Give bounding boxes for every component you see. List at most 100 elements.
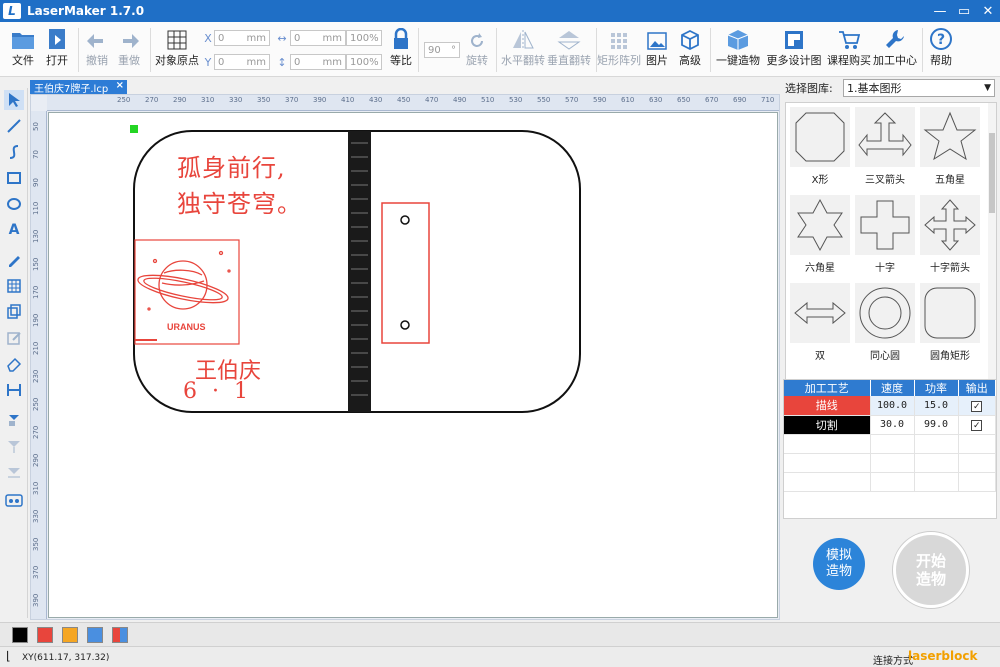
rectangle-tool-icon[interactable] [4, 168, 24, 188]
color-swatch-multi[interactable] [112, 627, 128, 643]
output-checkbox[interactable]: ✓ [958, 415, 996, 435]
minimize-button[interactable]: — [928, 0, 952, 22]
canvas-area[interactable]: 250 270 290 310 330 350 370 390 410 430 450 470 490 5… [30, 94, 780, 620]
horizontal-flip-button[interactable]: 水平翻转 [500, 22, 546, 77]
rect-array-button[interactable]: 矩形阵列 [597, 22, 641, 77]
shape-cross[interactable]: 十字 [854, 195, 916, 281]
rotate-icon [468, 22, 486, 52]
course-buy-button[interactable]: 课程购买 [826, 22, 872, 77]
pen-tool-icon[interactable] [4, 250, 24, 270]
shape-trident-arrow[interactable]: 三叉箭头 [854, 107, 916, 193]
object-origin-button[interactable]: 对象原点 [154, 22, 200, 77]
height-input[interactable]: 0 mm [290, 54, 346, 70]
height-percent-input[interactable]: 100% [346, 54, 382, 70]
shape-double-arrow[interactable]: 双 [789, 283, 851, 369]
simulate-button[interactable]: 模拟 造物 [813, 538, 865, 590]
speed-value[interactable]: 30.0 [870, 415, 915, 435]
copy-tool-icon[interactable] [4, 302, 24, 322]
shape-x[interactable]: X形 [789, 107, 851, 193]
file-button[interactable]: 文件 [8, 22, 38, 77]
ruler-tick-label: 150 [32, 257, 40, 271]
processing-center-button[interactable]: 加工中心 [872, 22, 918, 77]
redo-button[interactable]: 重做 [116, 22, 142, 77]
document-tab[interactable]: 王伯庆7牌子.lcp × [30, 80, 127, 95]
image-button[interactable]: 图片 [644, 22, 670, 77]
black-strip[interactable] [348, 131, 371, 412]
process-table: 加工工艺 速度 功率 输出 描线 100.0 15.0 ✓ 切割 30.0 99… [783, 379, 997, 519]
maximize-button[interactable]: ▭ [952, 0, 976, 22]
ruler-tick-label: 390 [32, 593, 40, 607]
ruler-tick-label: 530 [509, 96, 523, 104]
rotation-angle-input[interactable]: 90 ° [424, 42, 460, 58]
title-bar: L LaserMaker 1.7.0 — ▭ ✕ [0, 0, 1000, 22]
help-button[interactable]: ? 帮助 [928, 22, 954, 77]
ruler-tick-label: 190 [32, 313, 40, 327]
design-text-line2[interactable]: 独守苍穹。 [177, 184, 302, 219]
ellipse-tool-icon[interactable] [4, 194, 24, 214]
select-tool-icon[interactable] [4, 90, 24, 110]
align-bottom-tool-icon[interactable] [4, 462, 24, 482]
vertical-flip-button[interactable]: 垂直翻转 [546, 22, 592, 77]
process-name[interactable]: 描线 [784, 396, 871, 416]
measure-tool-icon[interactable] [4, 380, 24, 400]
edit-tool-icon[interactable] [4, 328, 24, 348]
curve-tool-icon[interactable] [4, 142, 24, 162]
ruler-tick-label: 110 [32, 201, 40, 215]
color-swatch-black[interactable] [12, 627, 28, 643]
ruler-tick-label: 250 [117, 96, 131, 104]
shape-five-star[interactable]: 五角星 [919, 107, 981, 193]
speed-value[interactable]: 100.0 [870, 396, 915, 416]
x-axis-label: X [204, 31, 212, 45]
align-tool-icon[interactable] [4, 410, 24, 430]
width-percent-input[interactable]: 100% [346, 30, 382, 46]
selection-handle[interactable] [130, 125, 138, 133]
one-click-make-button[interactable]: 一键造物 [714, 22, 762, 77]
power-value[interactable]: 99.0 [914, 415, 959, 435]
ruler-tick-label: 590 [593, 96, 607, 104]
shape-cross-arrow[interactable]: 十字箭头 [919, 195, 981, 281]
color-swatch-orange[interactable] [62, 627, 78, 643]
width-input[interactable]: 0 mm [290, 30, 346, 46]
start-make-button[interactable]: 开始 造物 [893, 532, 969, 608]
table-tool-icon[interactable] [4, 276, 24, 296]
lock-ratio-button[interactable]: 等比 [388, 22, 414, 77]
color-swatch-red[interactable] [37, 627, 53, 643]
work-sheet[interactable]: 孤身前行, 独守苍穹。 URANUS 王伯庆 6 · 1 [48, 112, 778, 618]
table-row[interactable]: 描线 100.0 15.0 ✓ [784, 396, 996, 416]
close-button[interactable]: ✕ [976, 0, 1000, 22]
library-select[interactable]: 1.基本图形 ▼ [843, 79, 995, 97]
gallery-scrollbar[interactable] [988, 103, 996, 385]
design-text-line1[interactable]: 孤身前行, [177, 148, 286, 183]
open-button[interactable]: 打开 [42, 22, 72, 77]
process-name[interactable]: 切割 [784, 415, 871, 435]
output-checkbox[interactable]: ✓ [958, 396, 996, 416]
close-tab-icon[interactable]: × [116, 80, 124, 91]
planet-drawing[interactable] [136, 250, 231, 311]
undo-button[interactable]: 撤销 [84, 22, 110, 77]
ruler-tick-label: 650 [677, 96, 691, 104]
align-center-tool-icon[interactable] [4, 436, 24, 456]
advanced-button[interactable]: 高级 [677, 22, 703, 77]
camera-tool-icon[interactable] [4, 490, 24, 510]
x-position-input[interactable]: 0 mm [214, 30, 270, 46]
top-hole[interactable] [400, 215, 410, 225]
power-value[interactable]: 15.0 [914, 396, 959, 416]
design-date[interactable]: 6 · 1 [183, 379, 252, 404]
shape-six-star[interactable]: 六角星 [789, 195, 851, 281]
table-row[interactable]: 切割 30.0 99.0 ✓ [784, 415, 996, 435]
y-position-input[interactable]: 0 mm [214, 54, 270, 70]
shape-concentric[interactable]: 同心圆 [854, 283, 916, 369]
bottom-hole[interactable] [400, 320, 410, 330]
coordinate-icon: ⌊ [6, 649, 11, 663]
rotate-button[interactable]: 旋转 [464, 22, 490, 77]
ruler-tick-label: 410 [341, 96, 355, 104]
planet-label[interactable]: URANUS [167, 322, 206, 332]
eraser-tool-icon[interactable] [4, 354, 24, 374]
height-icon: ↕ [277, 55, 287, 69]
text-tool-icon[interactable]: A [4, 220, 24, 240]
color-swatch-blue[interactable] [87, 627, 103, 643]
more-designs-button[interactable]: 更多设计图 [766, 22, 822, 77]
ruler-tick-label: 350 [257, 96, 271, 104]
line-tool-icon[interactable] [4, 116, 24, 136]
shape-rounded-rect[interactable]: 圆角矩形 [919, 283, 981, 369]
